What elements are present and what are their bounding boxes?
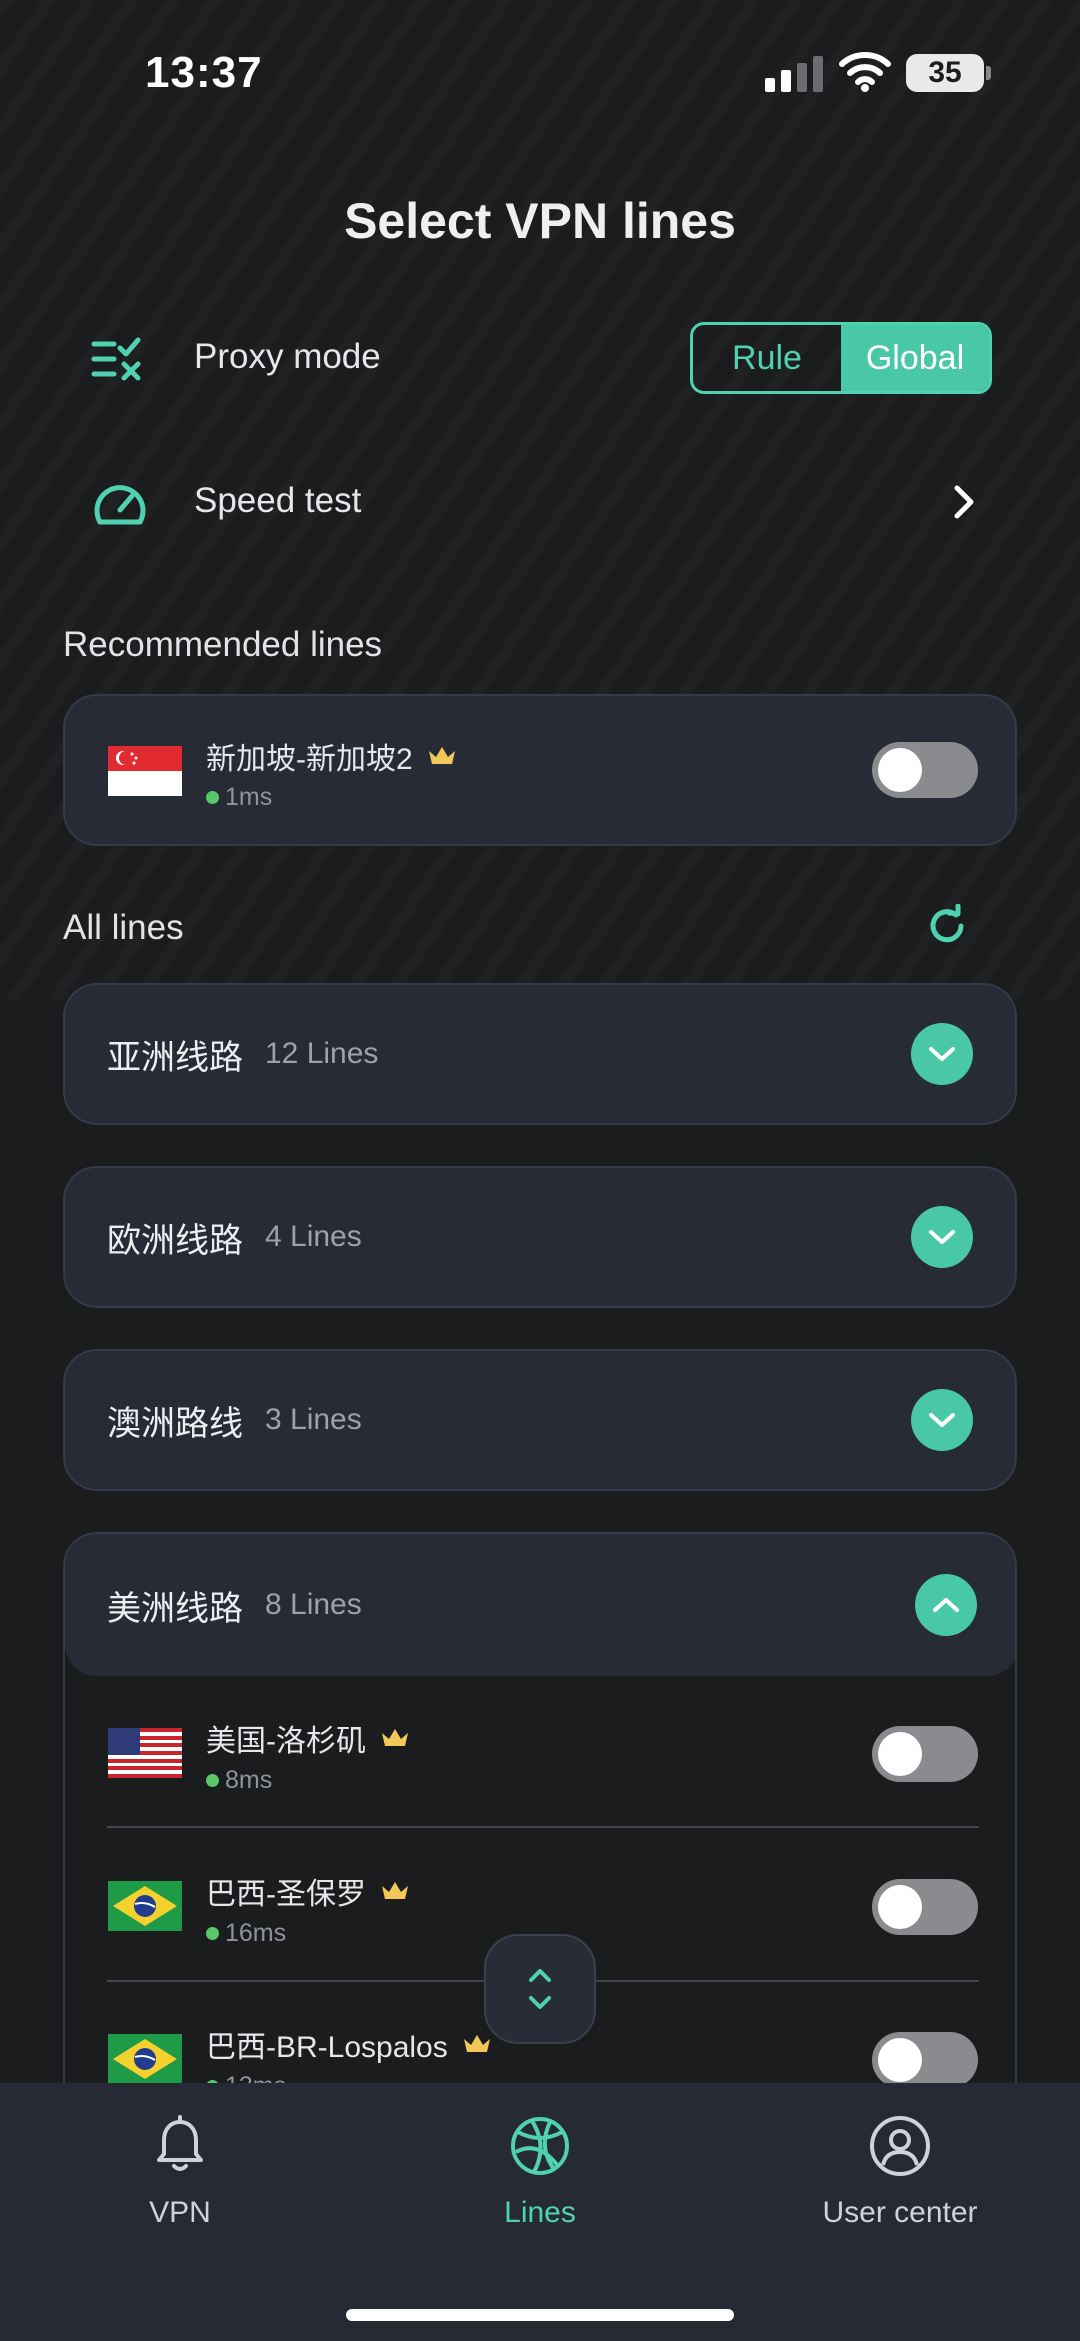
user-icon [870,2116,930,2176]
group-count: 3 Lines [265,1403,362,1436]
status-time: 13:37 [145,48,263,97]
brazil-flag-icon [108,1881,182,1931]
speed-test-label: Speed test [194,481,362,520]
group-title: 澳洲路线 3 Lines [107,1351,362,1489]
group-title: 亚洲线路 12 Lines [107,985,378,1123]
chevron-down-icon [929,1047,955,1061]
brazil-flag-icon [108,2034,182,2084]
cellular-signal-icon [765,56,823,92]
proxy-mode-icon [91,337,141,381]
expand-button[interactable] [911,1206,973,1268]
crown-icon [463,2035,490,2052]
proxy-mode-global-option[interactable]: Global [841,325,989,391]
group-title: 欧洲线路 4 Lines [107,1168,362,1306]
home-indicator [346,2309,734,2321]
line-name: 巴西-圣保罗 [206,1869,410,1913]
chevron-down-icon [929,1230,955,1244]
group-title: 美洲线路 8 Lines [107,1534,362,1676]
line-toggle[interactable] [872,1879,978,1935]
chevron-up-icon [933,1598,959,1612]
bell-icon [157,2115,203,2171]
group-header[interactable]: 美洲线路 8 Lines [65,1534,1015,1676]
group-name: 亚洲线路 [107,1038,243,1077]
line-name: 巴西-BR-Lospalos [206,2022,492,2066]
refresh-icon[interactable] [925,904,969,948]
latency-text: 8ms [225,1766,273,1794]
scroll-toggle-button[interactable] [484,1934,596,2044]
recommended-line-card: 新加坡-新加坡2 1ms [63,694,1017,846]
line-name-text: 新加坡-新加坡2 [206,743,413,776]
globe-icon [511,2117,569,2175]
battery-indicator: 35 [906,54,984,92]
divider [107,1826,979,1828]
expand-button[interactable] [911,1389,973,1451]
tab-user-center[interactable]: User center [750,2083,1050,2283]
line-toggle[interactable] [872,742,978,798]
chevron-down-icon [929,1413,955,1427]
tab-bar: VPN Lines User center [0,2083,1080,2341]
proxy-mode-label: Proxy mode [194,337,381,376]
latency-dot [206,791,219,804]
group-count: 4 Lines [265,1220,362,1253]
line-latency: 8ms [206,1766,272,1795]
proxy-mode-segmented-control: Rule Global [690,322,992,394]
line-toggle[interactable] [872,2032,978,2088]
collapse-button[interactable] [915,1574,977,1636]
group-count: 12 Lines [265,1037,379,1070]
recommended-lines-title: Recommended lines [63,625,383,664]
group-name: 欧洲线路 [107,1221,243,1260]
proxy-mode-rule-option[interactable]: Rule [693,325,841,391]
group-count: 8 Lines [265,1588,362,1621]
chevron-right-icon [954,485,974,519]
line-latency: 1ms [206,783,272,812]
tab-label: User center [822,2196,978,2229]
line-group-europe[interactable]: 欧洲线路 4 Lines [63,1166,1017,1308]
all-lines-title: All lines [63,908,184,947]
tab-label: VPN [149,2196,211,2229]
line-name: 美国-洛杉矶 [206,1716,410,1760]
line-name-text: 美国-洛杉矶 [206,1725,366,1758]
line-latency: 16ms [206,1919,286,1948]
latency-dot [206,1774,219,1787]
line-toggle[interactable] [872,1726,978,1782]
singapore-flag-icon [108,746,182,796]
usa-flag-icon [108,1728,182,1778]
line-name: 新加坡-新加坡2 [206,734,457,778]
latency-text: 1ms [225,783,273,811]
line-name-text: 巴西-BR-Lospalos [206,2031,448,2064]
page-title: Select VPN lines [344,193,736,249]
line-group-australia[interactable]: 澳洲路线 3 Lines [63,1349,1017,1491]
list-item: 美国-洛杉矶 8ms [65,1676,1015,1828]
line-group-asia[interactable]: 亚洲线路 12 Lines [63,983,1017,1125]
group-name: 澳洲路线 [107,1404,243,1443]
expand-collapse-icon [529,1969,551,2009]
tab-label: Lines [504,2196,576,2229]
wifi-icon [839,52,891,92]
speedometer-icon [94,485,146,525]
tab-lines[interactable]: Lines [390,2083,690,2283]
line-name-text: 巴西-圣保罗 [206,1878,366,1911]
battery-nub [986,66,991,80]
tab-vpn[interactable]: VPN [30,2083,330,2283]
crown-icon [382,1882,408,1899]
latency-text: 16ms [225,1919,287,1947]
expand-button[interactable] [911,1023,973,1085]
crown-icon [428,747,455,764]
group-name: 美洲线路 [107,1589,243,1628]
crown-icon [382,1729,408,1746]
latency-dot [206,1927,219,1940]
